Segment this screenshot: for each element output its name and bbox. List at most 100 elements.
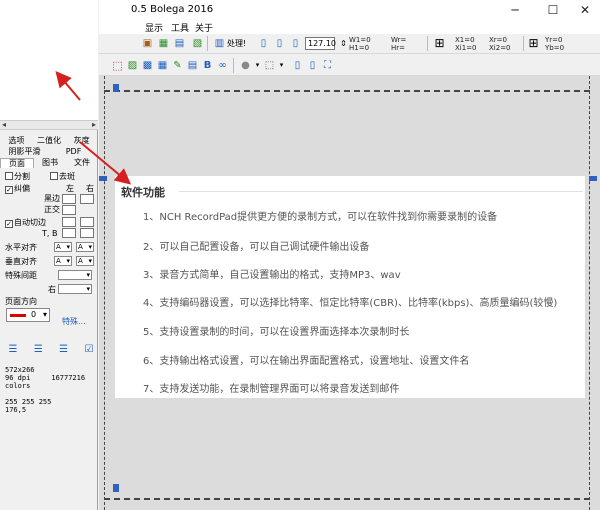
menu-view[interactable]: 显示 <box>145 21 163 34</box>
autocut-checkbox[interactable]: ✓ <box>5 220 13 228</box>
page-2-icon[interactable]: ▯ <box>273 37 286 50</box>
tab-pdf[interactable]: PDF <box>49 147 98 157</box>
split-checkbox[interactable] <box>5 172 13 180</box>
maximize-icon[interactable]: ☐ <box>541 1 565 19</box>
tab-grayscale[interactable]: 灰度 <box>65 136 98 146</box>
left-panel: ◂ ▸ 选项 二值化 灰度 阴影平滑 PDF 页面 图书 文件 分割 去斑 ✓ 纠… <box>0 0 98 510</box>
orthogonal-label: 正交 <box>44 205 60 214</box>
zoom-input[interactable]: 127.10 <box>305 37 336 50</box>
h-align-select-2[interactable]: A <box>76 242 94 252</box>
feature-item: 7、支持发送功能，在录制管理界面可以将录音发送到邮件 <box>143 384 400 395</box>
left-guide[interactable] <box>104 76 112 510</box>
top-guide[interactable] <box>104 90 590 92</box>
bold-icon[interactable]: B <box>201 59 214 72</box>
xr-value: Xr=0 <box>489 36 507 44</box>
v-align-select-2[interactable]: A <box>76 256 94 266</box>
info-line-6: 176,5 <box>5 406 27 414</box>
autocut-option[interactable]: ✓ 自动切边 <box>5 218 46 228</box>
tab-book[interactable]: 图书 <box>34 158 66 168</box>
book-icon: ▥ <box>214 38 225 49</box>
tool-d-icon[interactable]: ▧ <box>191 37 204 50</box>
autocut-label: 自动切边 <box>14 218 46 227</box>
document-canvas[interactable]: 软件功能 1、NCH RecordPad提供更方便的录制方式，可以在软件找到你需… <box>99 76 600 510</box>
tool-c-icon[interactable]: ▤ <box>173 37 186 50</box>
right-spacing-select[interactable] <box>58 284 92 294</box>
despeckle-option[interactable]: 去斑 <box>50 172 75 182</box>
menu-tools[interactable]: 工具 <box>171 21 189 34</box>
link-icon[interactable]: ∞ <box>216 59 229 72</box>
special-spacing-select[interactable] <box>58 270 92 280</box>
select-rect-icon[interactable]: ⬚ <box>111 59 124 72</box>
right-guide-handle[interactable] <box>589 176 597 181</box>
page-direction-select[interactable]: 0 ▾ <box>6 308 50 322</box>
process-button[interactable]: 处理! <box>227 38 246 49</box>
tab-shadow-smooth[interactable]: 阴影平滑 <box>0 147 49 157</box>
image-preview[interactable] <box>0 0 98 120</box>
v-align-label: 垂直对齐 <box>5 257 37 266</box>
black-edge-left[interactable] <box>62 194 76 204</box>
tool-b-icon[interactable]: ▦ <box>157 37 170 50</box>
special-spacing-label: 特殊间距 <box>5 271 37 280</box>
v-align-select-1[interactable]: A <box>54 256 72 266</box>
paint-icon[interactable]: ✎ <box>171 59 184 72</box>
left-guide-handle[interactable] <box>99 176 107 181</box>
bottom-guide[interactable] <box>104 498 590 500</box>
autocut-left-box[interactable] <box>62 217 76 227</box>
chevron-down-icon[interactable]: ▾ <box>275 59 288 72</box>
feature-item: 4、支持编码器设置，可以选择比特率、恒定比特率(CBR)、比特率(kbps)、高… <box>143 298 558 309</box>
despeckle-checkbox[interactable] <box>50 172 58 180</box>
picture-icon[interactable]: ▩ <box>141 59 154 72</box>
doc-icon[interactable]: ▯ <box>291 59 304 72</box>
doc-2-icon[interactable]: ▯ <box>306 59 319 72</box>
scroll-left-icon[interactable]: ◂ <box>2 120 6 129</box>
tb-right-box[interactable] <box>80 228 94 238</box>
yb-value: Yb=0 <box>545 44 565 52</box>
feature-item: 2、可以自己配置设备，可以自己调试硬件输出设备 <box>143 242 370 253</box>
scroll-right-icon[interactable]: ▸ <box>92 120 96 129</box>
black-edge-right[interactable] <box>80 194 94 204</box>
minimize-icon[interactable]: ─ <box>503 1 527 19</box>
deskew-option[interactable]: ✓ 纠偏 <box>5 184 30 194</box>
autocut-right-box[interactable] <box>80 217 94 227</box>
page-1-icon[interactable]: ▯ <box>257 37 270 50</box>
preview-scrollbar[interactable]: ◂ ▸ <box>0 120 98 130</box>
page-3-icon[interactable]: ▯ <box>289 37 302 50</box>
feature-item: 1、NCH RecordPad提供更方便的录制方式，可以在软件找到你需要录制的设… <box>143 212 498 223</box>
tool-a-icon[interactable]: ▣ <box>141 37 154 50</box>
tab-options[interactable]: 选项 <box>0 136 33 146</box>
tab-file[interactable]: 文件 <box>66 158 98 168</box>
top-guide-handle[interactable] <box>113 84 119 92</box>
right-guide[interactable] <box>589 76 597 510</box>
toolbar-divider <box>427 36 428 51</box>
menu-about[interactable]: 关于 <box>195 21 213 34</box>
orthogonal-left[interactable] <box>62 205 76 215</box>
tb-left-box[interactable] <box>62 228 76 238</box>
xi1-value: Xi1=0 <box>455 44 477 52</box>
list-indent-icon[interactable]: ☰ <box>31 344 45 356</box>
grid-icon[interactable]: ⊞ <box>433 37 446 50</box>
list-numbered-icon[interactable]: ☰ <box>57 344 71 356</box>
bottom-guide-handle[interactable] <box>113 484 119 492</box>
special-link[interactable]: 特殊... <box>62 317 86 327</box>
feature-item: 5、支持设置录制的时间，可以在设置界面选择本次录制时长 <box>143 327 410 338</box>
tab-binarize[interactable]: 二值化 <box>33 136 66 146</box>
close-icon[interactable]: ✕ <box>573 1 597 19</box>
image-icon[interactable]: ▨ <box>126 59 139 72</box>
layers-icon[interactable]: ▤ <box>186 59 199 72</box>
h-align-select-1[interactable]: A <box>54 242 72 252</box>
color-swatch <box>10 314 26 317</box>
feature-item: 3、录音方式简单，自己设置输出的格式，支持MP3、wav <box>143 270 401 281</box>
black-edge-label: 黑边 <box>44 194 60 203</box>
picture-2-icon[interactable]: ▦ <box>156 59 169 72</box>
tab-page[interactable]: 页面 <box>0 158 34 168</box>
grid-2-icon[interactable]: ⊞ <box>527 37 540 50</box>
crop-icon[interactable]: ⛶ <box>321 59 334 72</box>
tabs-row-1: 选项 二值化 灰度 <box>0 136 98 146</box>
checklist-icon[interactable]: ☑ <box>82 344 96 356</box>
split-option[interactable]: 分割 <box>5 172 30 182</box>
menu-bar: 显示 工具 关于 <box>99 20 600 34</box>
info-line-5: 255 255 255 <box>5 398 52 406</box>
list-bullets-icon[interactable]: ☰ <box>6 344 20 356</box>
deskew-checkbox[interactable]: ✓ <box>5 186 13 194</box>
toolbar-divider <box>233 58 234 73</box>
